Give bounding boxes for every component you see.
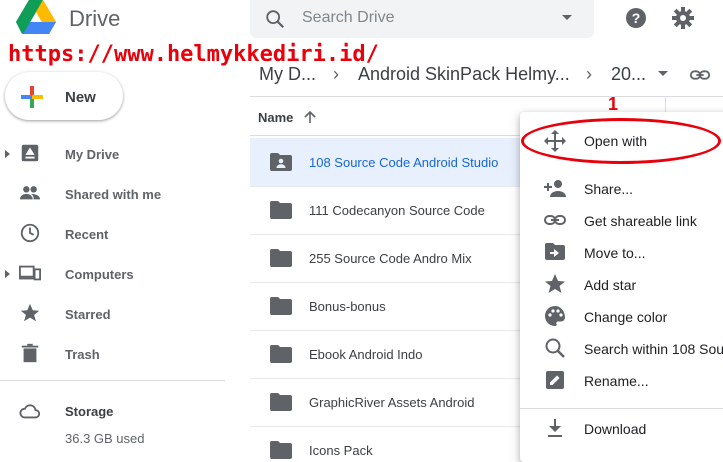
svg-text:?: ? bbox=[632, 10, 641, 26]
clock-icon bbox=[20, 223, 40, 243]
sidebar-item-recent[interactable]: Recent bbox=[65, 227, 108, 242]
star-icon bbox=[20, 303, 40, 322]
breadcrumb-separator-icon: › bbox=[333, 64, 339, 84]
annotation-highlight-ellipse bbox=[521, 118, 721, 164]
folder-icon bbox=[270, 249, 292, 267]
settings-gear-icon[interactable] bbox=[671, 6, 695, 30]
file-name: Bonus-bonus bbox=[309, 299, 386, 314]
file-name: 111 Codecanyon Source Code bbox=[309, 203, 485, 218]
menu-item-get-shareable-link[interactable]: Get shareable link bbox=[584, 213, 697, 229]
menu-item-download[interactable]: Download bbox=[584, 421, 646, 437]
sidebar-item-shared-with-me[interactable]: Shared with me bbox=[65, 187, 161, 202]
download-icon bbox=[548, 419, 562, 437]
file-name: 108 Source Code Android Studio bbox=[309, 155, 499, 170]
sort-arrow-up-icon[interactable] bbox=[302, 109, 318, 125]
file-name: Ebook Android Indo bbox=[309, 347, 423, 362]
menu-item-rename[interactable]: Rename... bbox=[584, 373, 649, 389]
menu-item-search-within[interactable]: Search within 108 Sou bbox=[584, 341, 723, 357]
drive-logo-icon[interactable] bbox=[16, 0, 56, 34]
sidebar-item-trash[interactable]: Trash bbox=[65, 347, 100, 362]
annotation-number: 1 bbox=[608, 94, 619, 114]
search-options-chevron-icon[interactable] bbox=[562, 15, 572, 20]
expand-arrow-icon[interactable] bbox=[5, 270, 10, 278]
folder-icon bbox=[270, 201, 292, 219]
app-name: Drive bbox=[69, 6, 121, 31]
folder-icon bbox=[270, 393, 292, 411]
palette-icon bbox=[545, 306, 565, 326]
new-button-label: New bbox=[65, 89, 96, 106]
cloud-icon bbox=[19, 404, 41, 419]
menu-item-share[interactable]: Share... bbox=[584, 181, 633, 197]
star-icon bbox=[545, 274, 565, 293]
search-icon[interactable] bbox=[264, 8, 286, 30]
column-header-name[interactable]: Name bbox=[258, 110, 293, 125]
link-icon[interactable] bbox=[689, 64, 711, 86]
storage-label[interactable]: Storage bbox=[65, 404, 113, 419]
help-icon[interactable]: ? bbox=[624, 6, 648, 30]
breadcrumb-root[interactable]: My D... bbox=[259, 64, 316, 85]
file-name: Icons Pack bbox=[309, 443, 373, 458]
person-add-icon bbox=[544, 180, 566, 197]
computers-icon bbox=[19, 265, 41, 281]
link-icon bbox=[544, 215, 566, 225]
menu-item-change-color[interactable]: Change color bbox=[584, 309, 667, 325]
sidebar-item-computers[interactable]: Computers bbox=[65, 267, 134, 282]
search-icon bbox=[545, 338, 565, 358]
plus-icon bbox=[21, 86, 43, 108]
folder-icon bbox=[270, 297, 292, 315]
topbar-divider bbox=[250, 96, 723, 97]
menu-item-add-star[interactable]: Add star bbox=[584, 277, 636, 293]
sidebar-divider bbox=[0, 380, 225, 381]
breadcrumb-separator-icon: › bbox=[586, 64, 592, 84]
edit-icon bbox=[546, 371, 564, 389]
breadcrumb-chevron-down-icon[interactable] bbox=[658, 71, 668, 76]
menu-divider bbox=[520, 408, 723, 409]
shared-folder-icon bbox=[270, 153, 292, 171]
watermark-url: https://www.helmykkediri.id/ bbox=[8, 42, 379, 67]
menu-item-move-to[interactable]: Move to... bbox=[584, 245, 645, 261]
breadcrumb-middle[interactable]: Android SkinPack Helmy... bbox=[358, 64, 570, 85]
trash-icon bbox=[21, 343, 39, 363]
shared-people-icon bbox=[19, 186, 41, 200]
file-name: 255 Source Code Andro Mix bbox=[309, 251, 472, 266]
file-name: GraphicRiver Assets Android bbox=[309, 395, 475, 410]
search-placeholder[interactable]: Search Drive bbox=[302, 9, 394, 27]
folder-icon bbox=[270, 441, 292, 459]
my-drive-icon bbox=[21, 144, 39, 162]
move-folder-icon bbox=[545, 243, 565, 260]
breadcrumb-current[interactable]: 20... bbox=[611, 64, 646, 85]
folder-icon bbox=[270, 345, 292, 363]
storage-used: 36.3 GB used bbox=[65, 431, 145, 446]
sidebar-item-my-drive[interactable]: My Drive bbox=[65, 147, 119, 162]
sidebar-item-starred[interactable]: Starred bbox=[65, 307, 111, 322]
expand-arrow-icon[interactable] bbox=[5, 150, 10, 158]
